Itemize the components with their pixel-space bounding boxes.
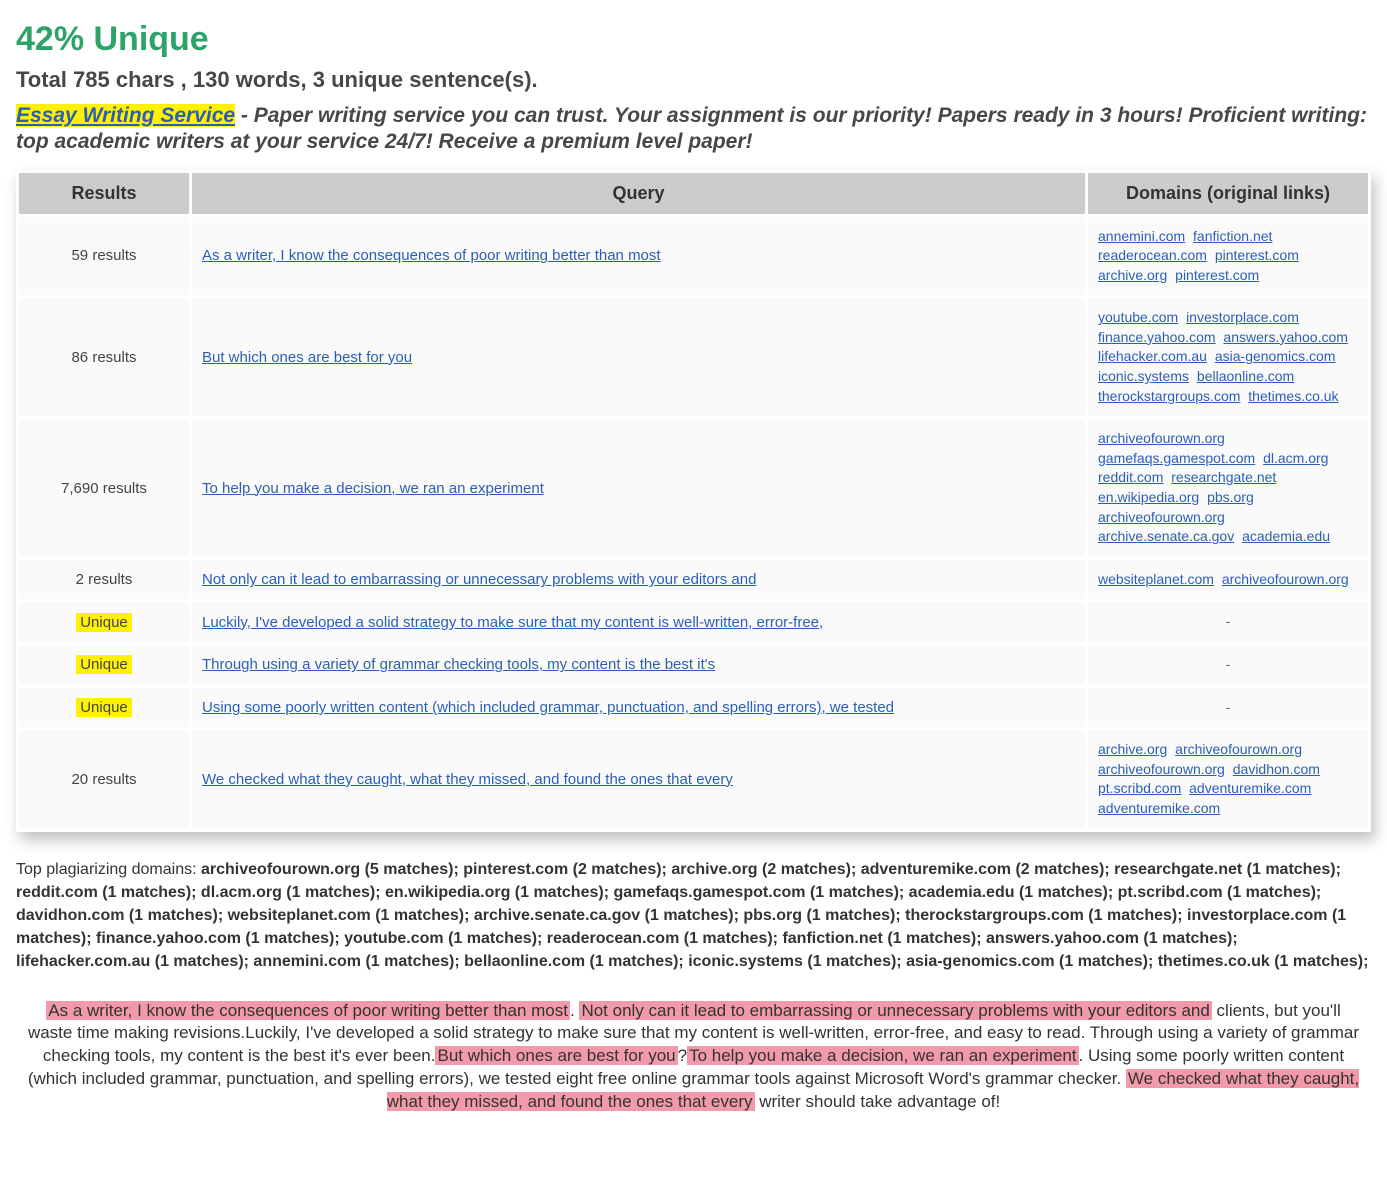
domains-cell: - — [1088, 645, 1368, 685]
domains-cell: - — [1088, 602, 1368, 642]
query-link[interactable]: Not only can it lead to embarrassing or … — [202, 571, 756, 588]
top-domains-list: archiveofourown.org (5 matches); pintere… — [16, 861, 1368, 971]
table-row: 7,690 results To help you make a decision… — [19, 419, 1368, 557]
results-cell: 86 results — [19, 298, 189, 416]
query-cell: We checked what they caught, what they m… — [192, 730, 1085, 828]
table-row: 86 results But which ones are best for yo… — [19, 298, 1368, 416]
essay-text: As a writer, I know the consequences of … — [22, 1000, 1365, 1115]
results-cell: 7,690 results — [19, 419, 189, 557]
query-cell: As a writer, I know the consequences of … — [192, 217, 1085, 296]
query-cell: Through using a variety of grammar check… — [192, 645, 1085, 685]
no-domains-dash: - — [1098, 655, 1358, 675]
query-cell: Using some poorly written content (which… — [192, 688, 1085, 728]
domain-link[interactable]: pinterest.com — [1175, 267, 1259, 283]
domain-link[interactable]: dl.acm.org — [1263, 450, 1328, 466]
domain-link[interactable]: davidhon.com — [1233, 761, 1320, 777]
domains-cell: websiteplanet.com archiveofourown.org — [1088, 560, 1368, 600]
query-cell: To help you make a decision, we ran an e… — [192, 419, 1085, 557]
col-domains: Domains (original links) — [1088, 173, 1368, 214]
query-cell: But which ones are best for you — [192, 298, 1085, 416]
top-domains-label: Top plagiarizing domains: — [16, 861, 201, 878]
query-link[interactable]: Luckily, I've developed a solid strategy… — [202, 614, 823, 631]
no-domains-dash: - — [1098, 612, 1358, 632]
top-domains: Top plagiarizing domains: archiveofourow… — [16, 858, 1371, 974]
col-results: Results — [19, 173, 189, 214]
domain-link[interactable]: bellaonline.com — [1197, 368, 1294, 384]
domain-link[interactable]: archive.org — [1098, 267, 1167, 283]
table-row: Unique Using some poorly written content … — [19, 688, 1368, 728]
domain-link[interactable]: asia-genomics.com — [1215, 348, 1336, 364]
domains-cell: archiveofourown.org gamefaqs.gamespot.co… — [1088, 419, 1368, 557]
domain-link[interactable]: archive.senate.ca.gov — [1098, 528, 1234, 544]
domain-link[interactable]: pt.scribd.com — [1098, 780, 1181, 796]
no-domains-dash: - — [1098, 698, 1358, 718]
domain-link[interactable]: therockstargroups.com — [1098, 388, 1240, 404]
domain-link[interactable]: pbs.org — [1207, 489, 1254, 505]
domains-cell: archive.org archiveofourown.org archiveo… — [1088, 730, 1368, 828]
table-row: Unique Through using a variety of grammar… — [19, 645, 1368, 685]
domain-link[interactable]: archiveofourown.org — [1098, 430, 1225, 446]
results-cell: 59 results — [19, 217, 189, 296]
query-cell: Not only can it lead to embarrassing or … — [192, 560, 1085, 600]
domain-link[interactable]: archiveofourown.org — [1222, 571, 1349, 587]
domain-link[interactable]: pinterest.com — [1215, 247, 1299, 263]
table-row: 2 results Not only can it lead to embarra… — [19, 560, 1368, 600]
query-link[interactable]: We checked what they caught, what they m… — [202, 771, 733, 788]
results-cell: 20 results — [19, 730, 189, 828]
domain-link[interactable]: annemini.com — [1098, 228, 1185, 244]
essay-service-link[interactable]: Essay Writing Service — [16, 104, 235, 127]
results-cell: Unique — [19, 645, 189, 685]
original-fragment: writer should take advantage of! — [755, 1092, 1001, 1111]
results-table: Results Query Domains (original links) 5… — [16, 170, 1371, 832]
domain-link[interactable]: youtube.com — [1098, 309, 1178, 325]
stats-line: Total 785 chars , 130 words, 3 unique se… — [16, 67, 1371, 93]
domain-link[interactable]: finance.yahoo.com — [1098, 329, 1216, 345]
domains-cell: youtube.com investorplace.com finance.ya… — [1088, 298, 1368, 416]
promo-line: Essay Writing Service - Paper writing se… — [16, 103, 1371, 156]
col-query: Query — [192, 173, 1085, 214]
domains-cell: annemini.com fanfiction.net readerocean.… — [1088, 217, 1368, 296]
unique-badge: Unique — [76, 698, 132, 717]
plagiarized-fragment: But which ones are best for you — [435, 1046, 677, 1065]
table-row: Unique Luckily, I've developed a solid st… — [19, 602, 1368, 642]
domain-link[interactable]: answers.yahoo.com — [1223, 329, 1348, 345]
plagiarized-fragment: To help you make a decision, we ran an e… — [687, 1046, 1078, 1065]
unique-badge: Unique — [76, 613, 132, 632]
original-fragment: ? — [678, 1046, 687, 1065]
query-link[interactable]: Using some poorly written content (which… — [202, 699, 894, 716]
query-link[interactable]: But which ones are best for you — [202, 349, 412, 366]
domain-link[interactable]: academia.edu — [1242, 528, 1330, 544]
table-row: 20 results We checked what they caught, w… — [19, 730, 1368, 828]
domain-link[interactable]: en.wikipedia.org — [1098, 489, 1199, 505]
query-link[interactable]: Through using a variety of grammar check… — [202, 656, 715, 673]
results-cell: 2 results — [19, 560, 189, 600]
plagiarized-fragment: Not only can it lead to embarrassing or … — [579, 1001, 1211, 1020]
domain-link[interactable]: researchgate.net — [1171, 469, 1276, 485]
domain-link[interactable]: readerocean.com — [1098, 247, 1207, 263]
domain-link[interactable]: adventuremike.com — [1098, 800, 1220, 816]
domain-link[interactable]: investorplace.com — [1186, 309, 1299, 325]
domain-link[interactable]: websiteplanet.com — [1098, 571, 1214, 587]
domain-link[interactable]: fanfiction.net — [1193, 228, 1272, 244]
unique-badge: Unique — [76, 655, 132, 674]
domain-link[interactable]: thetimes.co.uk — [1248, 388, 1338, 404]
domain-link[interactable]: iconic.systems — [1098, 368, 1189, 384]
query-link[interactable]: To help you make a decision, we ran an e… — [202, 480, 544, 497]
domain-link[interactable]: gamefaqs.gamespot.com — [1098, 450, 1255, 466]
domain-link[interactable]: archiveofourown.org — [1098, 761, 1225, 777]
domain-link[interactable]: adventuremike.com — [1189, 780, 1311, 796]
domain-link[interactable]: reddit.com — [1098, 469, 1163, 485]
domain-link[interactable]: archive.org — [1098, 741, 1167, 757]
plagiarized-fragment: As a writer, I know the consequences of … — [46, 1001, 570, 1020]
domain-link[interactable]: lifehacker.com.au — [1098, 348, 1207, 364]
domains-cell: - — [1088, 688, 1368, 728]
domain-link[interactable]: archiveofourown.org — [1098, 509, 1225, 525]
domain-link[interactable]: archiveofourown.org — [1175, 741, 1302, 757]
query-cell: Luckily, I've developed a solid strategy… — [192, 602, 1085, 642]
query-link[interactable]: As a writer, I know the consequences of … — [202, 247, 661, 264]
unique-percent-title: 42% Unique — [16, 20, 1371, 59]
table-row: 59 results As a writer, I know the conseq… — [19, 217, 1368, 296]
results-cell: Unique — [19, 602, 189, 642]
results-cell: Unique — [19, 688, 189, 728]
